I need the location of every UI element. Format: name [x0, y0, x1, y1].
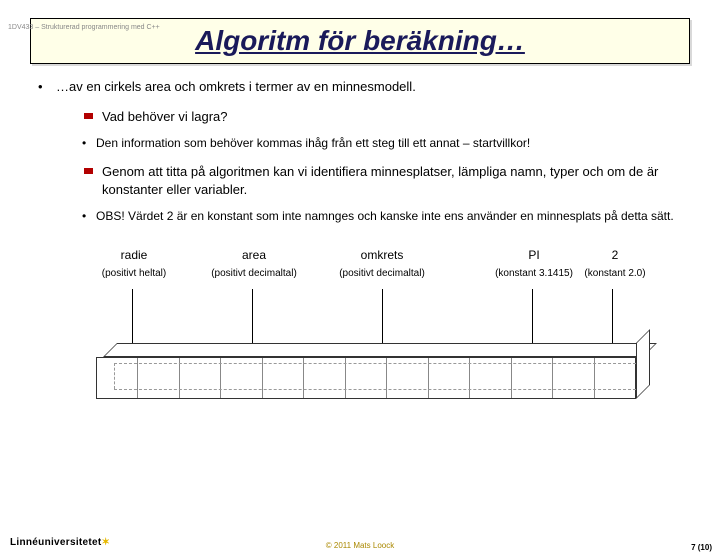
prism-dash: [114, 363, 636, 364]
label-area: area (positivt decimaltal): [204, 247, 304, 281]
memory-cell: [221, 358, 262, 398]
memory-cell: [180, 358, 221, 398]
prism-dash: [114, 363, 115, 389]
course-code: 1DV433 – Strukturerad programmering med …: [8, 24, 160, 31]
footer-page-number: 7 (10): [691, 543, 712, 552]
bullet-main: …av en cirkels area och omkrets i termer…: [56, 78, 680, 96]
label-radie: radie (positivt heltal): [94, 247, 174, 281]
memory-cell: [387, 358, 428, 398]
prism-top: [103, 343, 657, 357]
label-radie-name: radie: [121, 248, 148, 262]
pointer-line: [532, 289, 533, 343]
label-omkrets-desc: (positivt decimaltal): [332, 267, 432, 281]
memory-cell: [346, 358, 387, 398]
memory-cell: [263, 358, 304, 398]
memory-cell: [595, 358, 635, 398]
pointer-line: [382, 289, 383, 343]
memory-prism: [96, 343, 636, 399]
label-two-desc: (konstant 2.0): [580, 267, 650, 281]
memory-cell: [304, 358, 345, 398]
memory-cell: [138, 358, 179, 398]
footer-university: Linnéuniversitetet✶: [10, 537, 110, 548]
label-two: 2 (konstant 2.0): [580, 247, 650, 281]
pointer-line: [612, 289, 613, 343]
label-pi-desc: (konstant 3.1415): [494, 267, 574, 281]
footer-copyright: © 2011 Mats Loock: [326, 541, 394, 550]
memory-cell: [512, 358, 553, 398]
label-pi-name: PI: [528, 248, 539, 262]
label-two-name: 2: [612, 248, 619, 262]
bullet-storage-question: Vad behöver vi lagra?: [102, 108, 680, 126]
bullet-identify: Genom att titta på algoritmen kan vi ide…: [102, 163, 680, 198]
footer-dot-icon: ✶: [102, 537, 111, 548]
label-radie-desc: (positivt heltal): [94, 267, 174, 281]
bullet-obs: OBS! Värdet 2 är en konstant som inte na…: [96, 208, 680, 224]
label-omkrets: omkrets (positivt decimaltal): [332, 247, 432, 281]
memory-diagram: radie (positivt heltal) area (positivt d…: [56, 247, 680, 417]
prism-dash: [114, 389, 636, 390]
memory-cell: [97, 358, 138, 398]
memory-cell: [553, 358, 594, 398]
pointer-line: [132, 289, 133, 343]
label-area-name: area: [242, 248, 266, 262]
bullet-storage-answer: Den information som behöver kommas ihåg …: [96, 135, 680, 151]
slide-content: …av en cirkels area och omkrets i termer…: [56, 78, 680, 417]
pointer-line: [252, 289, 253, 343]
memory-cell: [470, 358, 511, 398]
label-area-desc: (positivt decimaltal): [204, 267, 304, 281]
label-omkrets-name: omkrets: [361, 248, 404, 262]
label-pi: PI (konstant 3.1415): [494, 247, 574, 281]
prism-right: [636, 329, 650, 399]
footer-university-text: Linnéuniversitetet: [10, 537, 102, 548]
memory-cell: [429, 358, 470, 398]
